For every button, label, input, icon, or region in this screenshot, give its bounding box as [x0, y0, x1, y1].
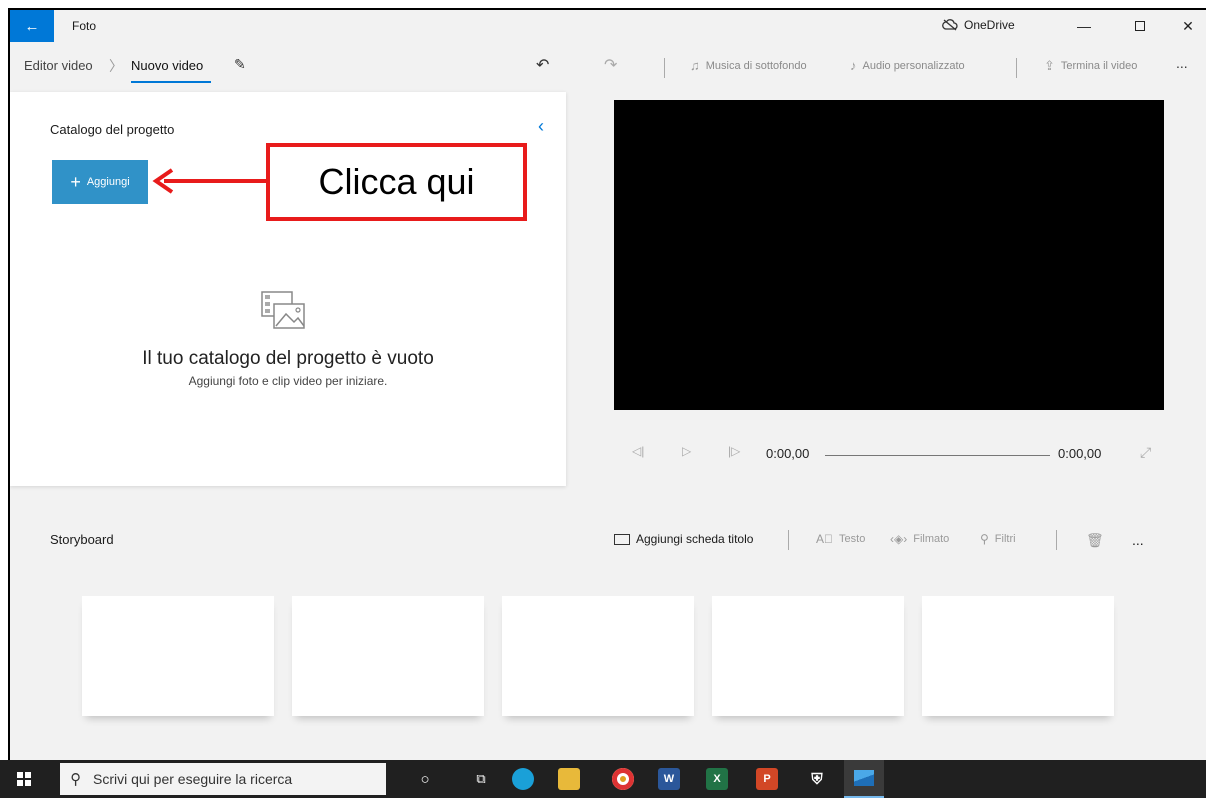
rename-pencil-icon[interactable]: ✎	[234, 56, 246, 73]
file-explorer-icon[interactable]	[558, 768, 580, 790]
add-title-card-label: Aggiungi scheda titolo	[636, 532, 754, 546]
taskbar: ⚲ Scrivi qui per eseguire la ricerca ○ ⧉…	[0, 760, 1206, 798]
background-music-label: Musica di sottofondo	[705, 59, 807, 72]
empty-library-subtitle: Aggiungi foto e clip video per iniziare.	[188, 374, 388, 388]
background-music-button[interactable]: ♫ Musica di sottofondo	[690, 58, 807, 73]
task-view-icon[interactable]: ⧉	[470, 768, 492, 790]
motion-label: Filmato	[913, 533, 950, 545]
storyboard-slot[interactable]	[292, 596, 484, 716]
taskbar-search-box[interactable]: ⚲ Scrivi qui per eseguire la ricerca	[60, 763, 386, 795]
undo-icon[interactable]: ↶	[536, 55, 549, 75]
filters-label: Filtri	[994, 533, 1016, 545]
custom-audio-label: Audio personalizzato	[862, 59, 965, 72]
edge-browser-icon[interactable]	[512, 768, 534, 790]
search-icon: ⚲	[70, 771, 81, 788]
text-label: Testo	[839, 533, 866, 545]
chrome-browser-icon[interactable]	[612, 768, 634, 790]
add-button-label: Aggiungi	[86, 176, 130, 188]
security-shield-icon[interactable]: ⛨	[806, 768, 828, 790]
divider	[1056, 530, 1057, 550]
windows-logo-icon	[17, 772, 31, 786]
total-time: 0:00,00	[1058, 446, 1102, 461]
photos-app-icon	[854, 770, 874, 786]
breadcrumb-editor-video[interactable]: Editor video	[24, 58, 93, 73]
share-icon: ⇪	[1044, 58, 1055, 73]
close-button[interactable]: ✕	[1168, 14, 1206, 38]
motion-icon: ‹◈›	[890, 532, 908, 546]
collapse-chevron-icon[interactable]: ‹	[538, 116, 544, 137]
music-note-icon: ♫	[690, 58, 700, 73]
photos-app-taskbar-button[interactable]	[844, 760, 884, 798]
project-library-title: Catalogo del progetto	[50, 122, 175, 137]
add-button[interactable]: + Aggiungi	[52, 160, 148, 204]
title-card-icon	[614, 533, 630, 545]
breadcrumb-chevron-icon: 〉	[109, 58, 123, 74]
seek-bar[interactable]	[825, 455, 1050, 456]
storyboard-slot[interactable]	[712, 596, 904, 716]
plus-icon: +	[70, 172, 81, 192]
current-time: 0:00,00	[766, 446, 810, 461]
person-audio-icon: ♪	[850, 58, 857, 73]
breadcrumb-underline	[131, 81, 211, 83]
fullscreen-icon[interactable]: ⤢	[1140, 444, 1151, 461]
start-button[interactable]	[0, 760, 48, 798]
onedrive-cloud-off-icon	[942, 19, 958, 31]
divider	[1016, 58, 1017, 78]
command-bar: Editor video 〉 Nuovo video ✎ ↶ ↷ ♫ Music…	[10, 42, 1206, 92]
search-placeholder: Scrivi qui per eseguire la ricerca	[93, 771, 293, 787]
back-arrow-icon: ←	[24, 17, 40, 35]
next-frame-icon[interactable]: |▷	[728, 444, 740, 458]
empty-library-title: Il tuo catalogo del progetto è vuoto	[142, 348, 434, 369]
onedrive-label: OneDrive	[964, 18, 1015, 32]
close-icon: ✕	[1182, 17, 1194, 34]
powerpoint-app-icon[interactable]: P	[756, 768, 778, 790]
storyboard-more-icon[interactable]: ...	[1132, 532, 1144, 548]
previous-frame-icon[interactable]: ◁|	[632, 444, 644, 458]
custom-audio-button[interactable]: ♪ Audio personalizzato	[850, 58, 965, 73]
more-options-icon[interactable]: ...	[1176, 55, 1188, 71]
minimize-button[interactable]: —	[1064, 14, 1104, 38]
storyboard-panel: Storyboard Aggiungi scheda titolo A⃞ Tes…	[10, 510, 1206, 760]
maximize-icon	[1135, 21, 1145, 31]
storyboard-slot[interactable]	[502, 596, 694, 716]
excel-app-icon[interactable]: X	[706, 768, 728, 790]
back-button[interactable]: ←	[10, 10, 54, 42]
annotation-callout: Clicca qui	[266, 143, 527, 221]
divider	[788, 530, 789, 550]
storyboard-title: Storyboard	[50, 532, 114, 547]
play-icon[interactable]: ▷	[682, 444, 691, 458]
redo-icon[interactable]: ↷	[604, 55, 617, 75]
cortana-icon[interactable]: ○	[414, 768, 436, 790]
video-preview[interactable]	[614, 100, 1164, 410]
app-window: ← Foto OneDrive — ✕ Editor video 〉 Nuovo…	[8, 8, 1206, 760]
storyboard-slot[interactable]	[922, 596, 1114, 716]
title-bar: ← Foto OneDrive — ✕	[10, 10, 1206, 42]
onedrive-status[interactable]: OneDrive	[942, 18, 1015, 32]
storyboard-slot[interactable]	[82, 596, 274, 716]
maximize-button[interactable]	[1120, 14, 1160, 38]
app-title: Foto	[72, 19, 97, 33]
filter-icon: ⚲	[980, 532, 989, 546]
minimize-icon: —	[1077, 18, 1091, 34]
filters-button[interactable]: ⚲ Filtri	[980, 532, 1016, 546]
trash-icon[interactable]: 🗑	[1086, 532, 1104, 549]
breadcrumb-current[interactable]: Nuovo video	[131, 58, 203, 73]
finish-video-button[interactable]: ⇪ Termina il video	[1044, 58, 1137, 74]
divider	[664, 58, 665, 78]
annotation-arrow-icon	[152, 168, 268, 194]
motion-button[interactable]: ‹◈› Filmato	[890, 532, 949, 546]
finish-video-label: Termina il video	[1060, 60, 1138, 72]
text-button[interactable]: A⃞ Testo	[816, 532, 865, 546]
word-app-icon[interactable]: W	[658, 768, 680, 790]
empty-library-icon	[261, 291, 305, 329]
text-icon: A⃞	[816, 532, 834, 546]
add-title-card-button[interactable]: Aggiungi scheda titolo	[614, 532, 753, 546]
